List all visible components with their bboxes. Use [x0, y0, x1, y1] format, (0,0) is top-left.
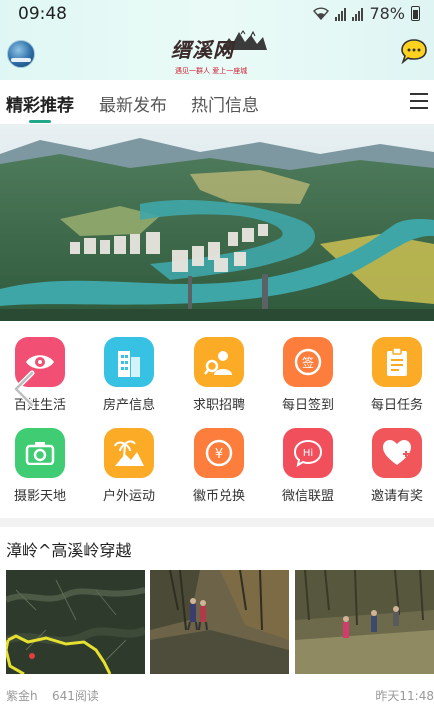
article-read-count: 641阅读	[52, 689, 99, 703]
grid-label: 户外运动	[102, 489, 155, 504]
article-time: 昨天11:48	[375, 689, 434, 703]
hikers-photo-2	[295, 570, 434, 674]
grid-label: 徽币兑换	[192, 489, 245, 504]
svg-text:签: 签	[302, 355, 314, 370]
article-title[interactable]: 漳岭^高溪岭穿越	[6, 537, 131, 561]
active-tab-indicator	[29, 120, 51, 123]
grid-item-invite-reward[interactable]: 邀请有奖	[357, 412, 434, 504]
chat-bubble-icon[interactable]	[400, 38, 428, 64]
tab-hot[interactable]: 热门信息	[191, 91, 259, 116]
svg-text:Hi: Hi	[303, 448, 313, 459]
grid-item-daily-tasks[interactable]: 每日任务	[357, 321, 434, 413]
grid-item-real-estate[interactable]: 房产信息	[89, 321, 169, 413]
outdoor-palm-icon	[114, 440, 144, 466]
coin-exchange-icon: ¥	[205, 439, 233, 467]
grid-label: 邀请有奖	[370, 489, 423, 504]
grid-label: 房产信息	[102, 398, 155, 413]
logo-slogan: 遇见一群人 爱上一座城	[175, 67, 248, 75]
article-author: 紫金h	[6, 689, 38, 703]
tab-latest[interactable]: 最新发布	[99, 91, 167, 116]
svg-text:¥: ¥	[215, 447, 223, 462]
banner-image[interactable]	[0, 124, 434, 321]
article-thumbnail-map[interactable]	[6, 570, 145, 674]
grid-item-jobs[interactable]: 求职招聘	[179, 321, 259, 413]
tab-recommended[interactable]: 精彩推荐	[6, 91, 74, 116]
status-time: 09:48	[18, 4, 67, 24]
signal-2-icon	[352, 7, 364, 21]
building-icon	[118, 351, 140, 377]
feature-grid: 百姓生活 房产信息 求职招聘 签 每日签到 每日任务 摄影天地 户外运动 ¥ 徽…	[0, 321, 434, 518]
status-bar: 09:48 78%	[0, 0, 434, 28]
grid-item-photography[interactable]: 摄影天地	[0, 412, 80, 504]
avatar[interactable]	[7, 40, 35, 68]
article-card[interactable]: 漳岭^高溪岭穿越 紫金h 641阅读 昨天11:48	[0, 527, 434, 721]
camera-icon	[25, 442, 55, 465]
site-logo: 缙溪网 遇见一群人 爱上一座城	[171, 30, 267, 78]
grid-item-daily-checkin[interactable]: 签 每日签到	[268, 321, 348, 413]
sign-in-icon: 签	[294, 348, 322, 376]
battery-icon	[411, 6, 420, 21]
tab-bar: 精彩推荐 最新发布 热门信息	[0, 80, 434, 125]
app-bar: 缙溪网 遇见一群人 爱上一座城	[0, 28, 434, 80]
menu-icon[interactable]	[410, 93, 428, 109]
grid-item-outdoor[interactable]: 户外运动	[89, 412, 169, 504]
grid-label: 每日任务	[370, 398, 423, 413]
task-clipboard-icon	[387, 347, 407, 376]
article-thumbnail-hikers-1[interactable]	[150, 570, 289, 674]
grid-label: 微信联盟	[281, 489, 334, 504]
invite-heart-icon	[383, 440, 411, 465]
grid-label: 每日签到	[281, 398, 334, 413]
job-search-icon	[204, 351, 232, 375]
signal-1-icon	[335, 7, 347, 21]
status-indicators: 78%	[313, 4, 420, 23]
hikers-photo	[150, 570, 289, 674]
grid-item-coin-exchange[interactable]: ¥ 徽币兑换	[179, 412, 259, 504]
map-image	[6, 570, 145, 674]
article-thumbnail-hikers-2[interactable]	[295, 570, 434, 674]
grid-label: 摄影天地	[13, 489, 66, 504]
banner-landscape	[0, 124, 434, 321]
logo-text: 缙溪网	[171, 38, 234, 62]
wifi-icon	[313, 7, 330, 20]
chevron-left-icon[interactable]	[10, 369, 38, 409]
battery-percent: 78%	[369, 4, 405, 23]
grid-label: 求职招聘	[192, 398, 245, 413]
grid-item-wechat-alliance[interactable]: Hi 微信联盟	[268, 412, 348, 504]
wechat-hi-icon: Hi	[293, 439, 323, 467]
